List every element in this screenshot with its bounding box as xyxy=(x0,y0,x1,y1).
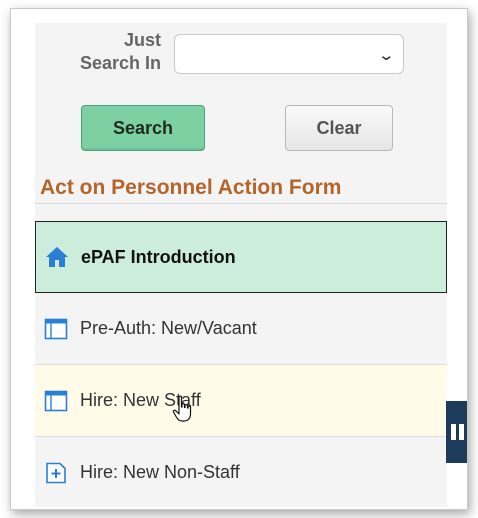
nav-item-label: ePAF Introduction xyxy=(81,246,236,267)
section-title: Act on Personnel Action Form xyxy=(40,176,342,199)
nav-item-hire-new-staff[interactable]: Hire: New Staff xyxy=(35,365,447,437)
screenshot-frame: Just Search In ⌄ Search Clear Act on Per… xyxy=(10,8,468,510)
pause-icon xyxy=(450,424,464,440)
search-in-select[interactable]: ⌄ xyxy=(174,34,404,74)
divider xyxy=(35,203,447,204)
search-in-label: Just Search In xyxy=(79,30,161,73)
nav-item-label: Pre-Auth: New/Vacant xyxy=(80,318,257,338)
chevron-down-icon: ⌄ xyxy=(377,47,396,64)
nav-item-epaf-introduction[interactable]: ePAF Introduction xyxy=(35,221,447,293)
collapse-panel-tab[interactable] xyxy=(446,401,467,463)
nav-item-label: Hire: New Non-Staff xyxy=(80,462,240,482)
nav-item-pre-auth-new-vacant[interactable]: Pre-Auth: New/Vacant xyxy=(35,293,447,365)
nav-list: ePAF Introduction Pre-Auth: New/Vacant H… xyxy=(35,221,447,507)
search-button[interactable]: Search xyxy=(81,105,205,151)
home-icon xyxy=(46,247,68,267)
add-form-icon xyxy=(46,462,66,483)
navigation-panel: Just Search In ⌄ Search Clear Act on Per… xyxy=(35,23,447,507)
hand-pointer-cursor-icon xyxy=(172,395,192,422)
form-icon xyxy=(44,390,68,411)
nav-item-hire-new-non-staff[interactable]: Hire: New Non-Staff xyxy=(35,437,447,507)
form-icon xyxy=(44,318,68,339)
clear-button[interactable]: Clear xyxy=(285,105,393,151)
